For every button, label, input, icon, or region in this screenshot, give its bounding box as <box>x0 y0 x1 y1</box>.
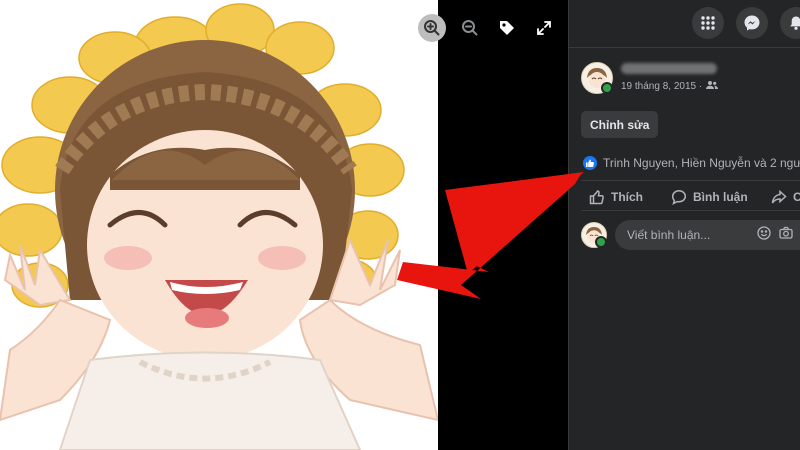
like-label: Thích <box>611 190 643 204</box>
actions-divider-bottom <box>581 210 800 211</box>
reactions-text: Trinh Nguyen, Hiền Nguyễn và 2 người <box>603 156 800 170</box>
tag-icon[interactable] <box>493 14 521 42</box>
emoji-icon[interactable] <box>757 225 771 245</box>
post-date[interactable]: 19 tháng 8, 2015 · <box>621 81 702 92</box>
avatar[interactable] <box>581 222 607 248</box>
comment-input-box[interactable] <box>615 220 800 250</box>
online-status-dot <box>595 236 607 248</box>
avatar[interactable] <box>581 62 613 94</box>
post-side-panel: 19 tháng 8, 2015 · Chỉnh sửa Trinh Nguye… <box>568 0 800 450</box>
thumbs-up-icon <box>589 190 604 205</box>
edit-button[interactable]: Chỉnh sửa <box>581 111 659 138</box>
friends-icon[interactable] <box>706 80 719 93</box>
online-status-dot <box>601 82 613 94</box>
comment-input[interactable] <box>625 227 747 243</box>
share-icon <box>771 189 787 204</box>
post-author: 19 tháng 8, 2015 · <box>581 62 719 94</box>
comment-label: Bình luận <box>693 190 748 204</box>
menu-grid-icon[interactable] <box>692 7 724 39</box>
reactions-summary[interactable]: Trinh Nguyen, Hiền Nguyễn và 2 người <box>583 156 800 170</box>
header-divider <box>569 47 800 48</box>
camera-icon[interactable] <box>779 226 793 245</box>
photo-viewer <box>0 0 568 450</box>
top-icons <box>692 7 800 39</box>
zoom-out-icon[interactable] <box>456 14 484 42</box>
author-name-blurred[interactable] <box>621 63 717 74</box>
post-actions: Thích Bình luận C <box>589 189 800 205</box>
share-button[interactable]: C <box>771 189 800 205</box>
comment-composer <box>581 220 800 250</box>
photo-image[interactable] <box>0 0 438 450</box>
like-reaction-icon <box>583 156 597 170</box>
zoom-in-icon[interactable] <box>418 14 446 42</box>
comment-icon <box>671 190 687 205</box>
actions-divider-top <box>581 180 800 181</box>
comment-button[interactable]: Bình luận <box>671 189 771 205</box>
fullscreen-icon[interactable] <box>530 14 558 42</box>
notifications-bell-icon[interactable] <box>780 7 800 39</box>
share-label: C <box>793 190 800 204</box>
like-button[interactable]: Thích <box>589 189 671 205</box>
messenger-icon[interactable] <box>736 7 768 39</box>
